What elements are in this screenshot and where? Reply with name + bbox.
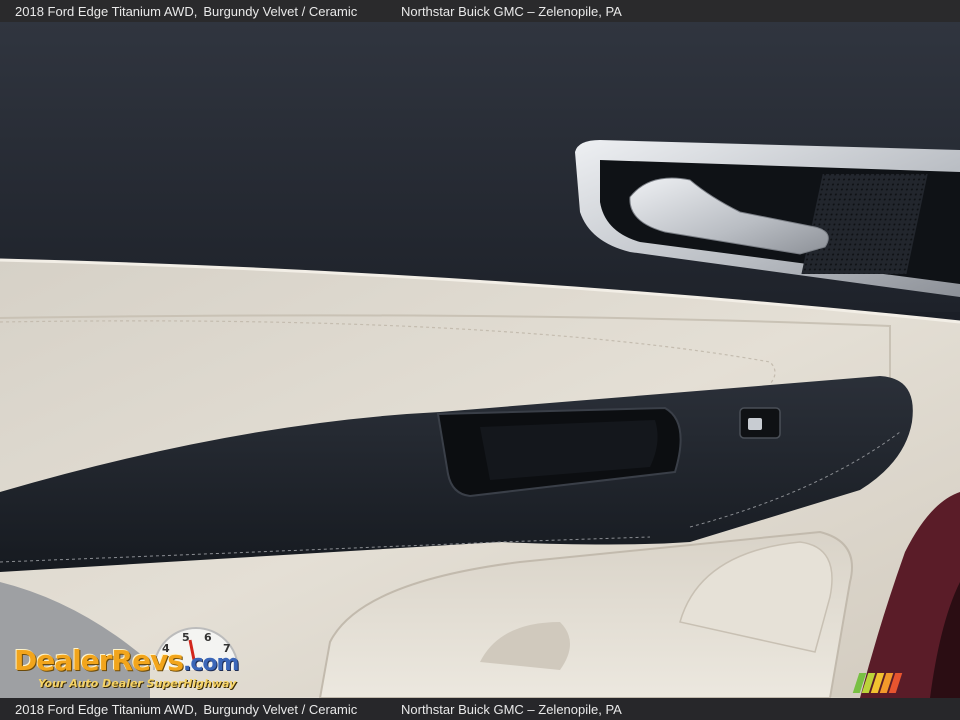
brand-suffix: .com bbox=[183, 651, 239, 676]
vehicle-name: 2018 Ford Edge Titanium AWD, bbox=[15, 701, 198, 717]
dealerrevs-brand: DealerRevs.com bbox=[14, 644, 239, 677]
vehicle-name: 2018 Ford Edge Titanium AWD, bbox=[15, 3, 198, 19]
dealerrevs-watermark: 4 5 6 7 DealerRevs.com Your Auto Dealer … bbox=[14, 626, 264, 694]
vehicle-colors: Burgundy Velvet / Ceramic bbox=[203, 701, 358, 717]
color-stripes-logo bbox=[852, 673, 903, 693]
caption-dealer: Northstar Buick GMC – Zelenopile, PA bbox=[401, 3, 622, 19]
gauge-digit: 6 bbox=[204, 631, 212, 644]
caption-vehicle: 2018 Ford Edge Titanium AWD, Burgundy Vel… bbox=[15, 702, 357, 717]
door-panel-illustration bbox=[0, 22, 960, 698]
door-panel-photo bbox=[0, 22, 960, 698]
gauge-digit: 5 bbox=[182, 631, 190, 644]
vehicle-colors: Burgundy Velvet / Ceramic bbox=[203, 3, 358, 19]
caption-vehicle: 2018 Ford Edge Titanium AWD, Burgundy Vel… bbox=[15, 4, 357, 19]
dealerrevs-tagline: Your Auto Dealer SuperHighway bbox=[38, 677, 237, 690]
caption-bar-bottom: 2018 Ford Edge Titanium AWD, Burgundy Vel… bbox=[0, 698, 960, 720]
caption-bar-top: 2018 Ford Edge Titanium AWD, Burgundy Vel… bbox=[0, 0, 960, 22]
caption-dealer: Northstar Buick GMC – Zelenopile, PA bbox=[401, 701, 622, 717]
brand-main: DealerRevs bbox=[14, 644, 184, 677]
